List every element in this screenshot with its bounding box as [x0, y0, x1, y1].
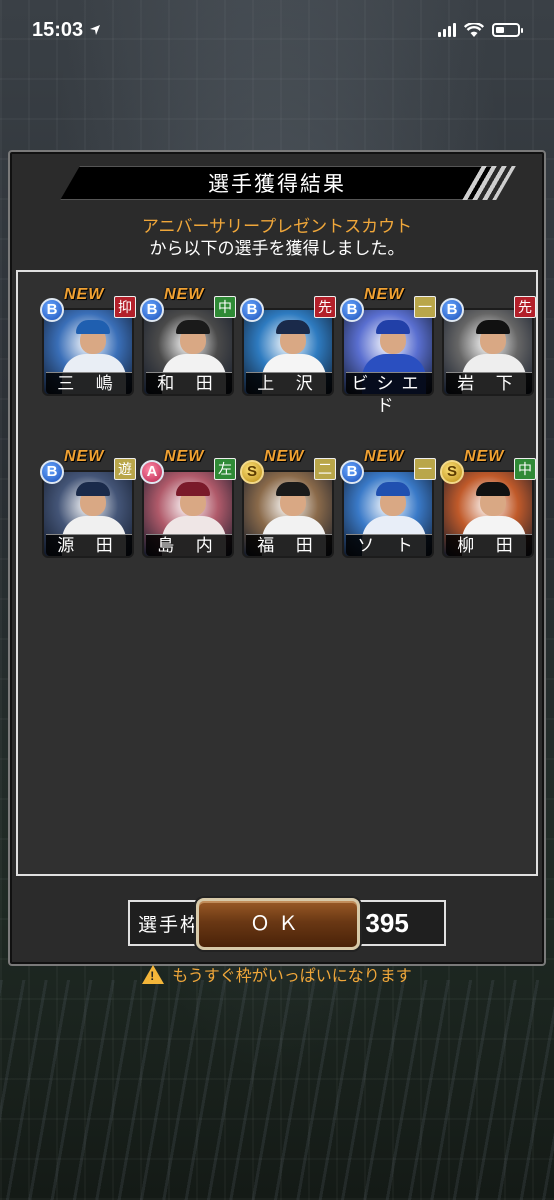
rank-badge: S [240, 460, 264, 484]
position-badge: 抑 [114, 296, 136, 318]
rank-badge: B [40, 298, 64, 322]
new-badge: NEW [364, 286, 405, 303]
roster-max: 395 [365, 907, 409, 938]
dialog-subtitle: アニバーサリープレゼントスカウト から以下の選手を獲得しました。 [10, 216, 544, 260]
position-badge: 遊 [114, 458, 136, 480]
player-card[interactable]: 上 沢 B 先 [240, 296, 336, 398]
rank-badge: S [440, 460, 464, 484]
position-badge: 一 [414, 296, 436, 318]
player-name: 源 田 [46, 534, 132, 556]
player-card[interactable]: 島 内 A 左 NEW [140, 448, 236, 560]
dialog-title: 選手獲得結果 [208, 172, 346, 196]
player-name: 島 内 [146, 534, 232, 556]
position-badge: 先 [514, 296, 536, 318]
warning-icon: ! [142, 964, 165, 984]
subtitle-text: から以下の選手を獲得しました。 [149, 239, 405, 259]
player-card[interactable]: 福 田 S 二 NEW [240, 448, 336, 560]
status-bar: 15:03 [0, 0, 554, 60]
scout-name: アニバーサリープレゼントスカウト [141, 217, 413, 237]
rank-badge: B [40, 460, 64, 484]
position-badge: 一 [414, 458, 436, 480]
battery-icon [492, 23, 523, 37]
new-badge: NEW [264, 448, 305, 465]
rank-badge: B [340, 460, 364, 484]
position-badge: 二 [314, 458, 336, 480]
new-badge: NEW [164, 286, 205, 303]
rank-badge: B [240, 298, 264, 322]
player-name: ソ ト [346, 534, 432, 556]
player-name: 三 嶋 [46, 372, 132, 394]
location-arrow-icon [90, 25, 101, 35]
capacity-warning: ! もうすぐ枠がいっぱいになります [18, 962, 536, 986]
player-card[interactable]: 和 田 B 中 NEW [140, 286, 236, 398]
player-name: 柳 田 [446, 534, 532, 556]
status-icons [438, 22, 523, 38]
rank-badge: B [440, 298, 464, 322]
stadium-stands [0, 980, 554, 1200]
new-badge: NEW [164, 448, 205, 465]
acquisition-result-dialog: 選手獲得結果 アニバーサリープレゼントスカウト から以下の選手を獲得しました。 … [8, 150, 546, 985]
player-card[interactable]: 源 田 B 遊 NEW [40, 448, 136, 560]
player-list-panel: 三 嶋 B 抑 NEW 和 田 B 中 NEW 上 沢 B 先ビシエド B 一 NEW 岩 下B先源 田B遊… [16, 270, 538, 985]
position-badge: 左 [214, 458, 236, 480]
player-card[interactable]: ソ ト B 一 NEW [340, 448, 436, 560]
warning-text: もうすぐ枠がいっぱいになります [172, 966, 412, 985]
status-time-group: 15:03 [32, 19, 101, 42]
player-name: ビシエド [346, 372, 432, 416]
ok-button[interactable]: ＯＫ [196, 898, 360, 950]
new-badge: NEW [364, 448, 405, 465]
new-badge: NEW [64, 448, 105, 465]
player-card[interactable]: 柳 田 S 中 NEW [440, 448, 536, 560]
player-name: 福 田 [246, 534, 332, 556]
cellular-signal-icon [438, 23, 456, 37]
rank-badge: B [140, 298, 164, 322]
player-card[interactable]: 岩 下 B 先 [440, 296, 536, 398]
player-name: 和 田 [146, 372, 232, 394]
position-badge: 中 [514, 458, 536, 480]
position-badge: 中 [214, 296, 236, 318]
new-badge: NEW [64, 286, 105, 303]
player-name: 上 沢 [246, 372, 332, 394]
position-badge: 先 [314, 296, 336, 318]
wifi-icon [464, 22, 484, 37]
player-card[interactable]: ビシエド B 一 NEW [340, 286, 436, 416]
rank-badge: A [140, 460, 164, 484]
rank-badge: B [340, 298, 364, 322]
player-card[interactable]: 三 嶋 B 抑 NEW [40, 286, 136, 398]
player-name: 岩 下 [446, 372, 532, 394]
status-time: 15:03 [32, 18, 84, 41]
new-badge: NEW [464, 448, 505, 465]
